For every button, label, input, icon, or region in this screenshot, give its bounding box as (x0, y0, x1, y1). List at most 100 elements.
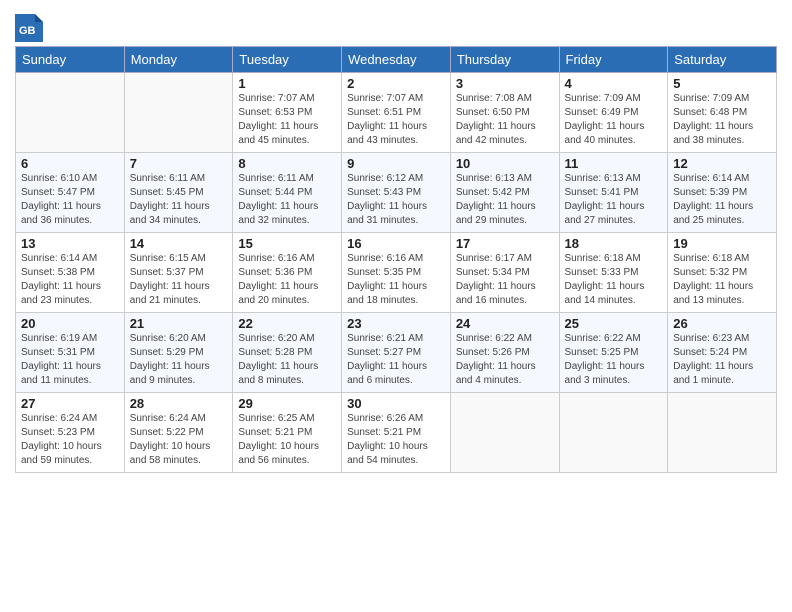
calendar-cell: 4Sunrise: 7:09 AM Sunset: 6:49 PM Daylig… (559, 73, 668, 153)
calendar-cell (559, 393, 668, 473)
calendar-cell: 10Sunrise: 6:13 AM Sunset: 5:42 PM Dayli… (450, 153, 559, 233)
calendar-cell: 16Sunrise: 6:16 AM Sunset: 5:35 PM Dayli… (342, 233, 451, 313)
day-detail: Sunrise: 6:14 AM Sunset: 5:38 PM Dayligh… (21, 252, 119, 308)
calendar: SundayMondayTuesdayWednesdayThursdayFrid… (15, 46, 777, 473)
day-number: 16 (347, 236, 445, 251)
day-number: 13 (21, 236, 119, 251)
calendar-cell: 21Sunrise: 6:20 AM Sunset: 5:29 PM Dayli… (124, 313, 233, 393)
calendar-week-row: 1Sunrise: 7:07 AM Sunset: 6:53 PM Daylig… (16, 73, 777, 153)
calendar-cell: 24Sunrise: 6:22 AM Sunset: 5:26 PM Dayli… (450, 313, 559, 393)
day-detail: Sunrise: 6:18 AM Sunset: 5:32 PM Dayligh… (673, 252, 771, 308)
day-header-thursday: Thursday (450, 47, 559, 73)
day-detail: Sunrise: 6:21 AM Sunset: 5:27 PM Dayligh… (347, 332, 445, 388)
day-detail: Sunrise: 6:17 AM Sunset: 5:34 PM Dayligh… (456, 252, 554, 308)
calendar-cell: 30Sunrise: 6:26 AM Sunset: 5:21 PM Dayli… (342, 393, 451, 473)
calendar-cell: 29Sunrise: 6:25 AM Sunset: 5:21 PM Dayli… (233, 393, 342, 473)
calendar-week-row: 13Sunrise: 6:14 AM Sunset: 5:38 PM Dayli… (16, 233, 777, 313)
day-detail: Sunrise: 6:24 AM Sunset: 5:23 PM Dayligh… (21, 412, 119, 468)
calendar-cell: 26Sunrise: 6:23 AM Sunset: 5:24 PM Dayli… (668, 313, 777, 393)
day-detail: Sunrise: 7:07 AM Sunset: 6:53 PM Dayligh… (238, 92, 336, 148)
day-detail: Sunrise: 6:23 AM Sunset: 5:24 PM Dayligh… (673, 332, 771, 388)
day-number: 28 (130, 396, 228, 411)
day-header-friday: Friday (559, 47, 668, 73)
day-number: 22 (238, 316, 336, 331)
day-number: 23 (347, 316, 445, 331)
day-number: 18 (565, 236, 663, 251)
calendar-cell: 7Sunrise: 6:11 AM Sunset: 5:45 PM Daylig… (124, 153, 233, 233)
day-number: 8 (238, 156, 336, 171)
day-number: 26 (673, 316, 771, 331)
day-number: 24 (456, 316, 554, 331)
day-number: 17 (456, 236, 554, 251)
calendar-cell: 3Sunrise: 7:08 AM Sunset: 6:50 PM Daylig… (450, 73, 559, 153)
calendar-cell: 18Sunrise: 6:18 AM Sunset: 5:33 PM Dayli… (559, 233, 668, 313)
day-number: 10 (456, 156, 554, 171)
day-header-monday: Monday (124, 47, 233, 73)
day-detail: Sunrise: 7:09 AM Sunset: 6:48 PM Dayligh… (673, 92, 771, 148)
day-number: 3 (456, 76, 554, 91)
calendar-cell: 13Sunrise: 6:14 AM Sunset: 5:38 PM Dayli… (16, 233, 125, 313)
day-header-wednesday: Wednesday (342, 47, 451, 73)
day-detail: Sunrise: 6:24 AM Sunset: 5:22 PM Dayligh… (130, 412, 228, 468)
day-detail: Sunrise: 6:11 AM Sunset: 5:45 PM Dayligh… (130, 172, 228, 228)
calendar-cell: 27Sunrise: 6:24 AM Sunset: 5:23 PM Dayli… (16, 393, 125, 473)
day-number: 6 (21, 156, 119, 171)
day-number: 21 (130, 316, 228, 331)
calendar-cell: 8Sunrise: 6:11 AM Sunset: 5:44 PM Daylig… (233, 153, 342, 233)
calendar-cell: 15Sunrise: 6:16 AM Sunset: 5:36 PM Dayli… (233, 233, 342, 313)
day-detail: Sunrise: 6:20 AM Sunset: 5:28 PM Dayligh… (238, 332, 336, 388)
calendar-cell (668, 393, 777, 473)
calendar-cell: 1Sunrise: 7:07 AM Sunset: 6:53 PM Daylig… (233, 73, 342, 153)
day-number: 14 (130, 236, 228, 251)
day-detail: Sunrise: 6:10 AM Sunset: 5:47 PM Dayligh… (21, 172, 119, 228)
day-detail: Sunrise: 6:20 AM Sunset: 5:29 PM Dayligh… (130, 332, 228, 388)
calendar-cell: 6Sunrise: 6:10 AM Sunset: 5:47 PM Daylig… (16, 153, 125, 233)
svg-text:GB: GB (19, 25, 36, 37)
calendar-cell: 23Sunrise: 6:21 AM Sunset: 5:27 PM Dayli… (342, 313, 451, 393)
day-detail: Sunrise: 6:12 AM Sunset: 5:43 PM Dayligh… (347, 172, 445, 228)
page: GB SundayMondayTuesdayWednesdayThursdayF… (0, 0, 792, 612)
day-detail: Sunrise: 6:25 AM Sunset: 5:21 PM Dayligh… (238, 412, 336, 468)
calendar-cell: 19Sunrise: 6:18 AM Sunset: 5:32 PM Dayli… (668, 233, 777, 313)
day-number: 11 (565, 156, 663, 171)
calendar-cell (16, 73, 125, 153)
day-detail: Sunrise: 6:19 AM Sunset: 5:31 PM Dayligh… (21, 332, 119, 388)
calendar-cell: 2Sunrise: 7:07 AM Sunset: 6:51 PM Daylig… (342, 73, 451, 153)
calendar-cell: 17Sunrise: 6:17 AM Sunset: 5:34 PM Dayli… (450, 233, 559, 313)
calendar-cell: 25Sunrise: 6:22 AM Sunset: 5:25 PM Dayli… (559, 313, 668, 393)
day-detail: Sunrise: 6:13 AM Sunset: 5:42 PM Dayligh… (456, 172, 554, 228)
day-number: 30 (347, 396, 445, 411)
calendar-week-row: 6Sunrise: 6:10 AM Sunset: 5:47 PM Daylig… (16, 153, 777, 233)
calendar-cell: 20Sunrise: 6:19 AM Sunset: 5:31 PM Dayli… (16, 313, 125, 393)
day-number: 19 (673, 236, 771, 251)
calendar-cell: 12Sunrise: 6:14 AM Sunset: 5:39 PM Dayli… (668, 153, 777, 233)
day-number: 29 (238, 396, 336, 411)
calendar-cell: 9Sunrise: 6:12 AM Sunset: 5:43 PM Daylig… (342, 153, 451, 233)
day-detail: Sunrise: 6:15 AM Sunset: 5:37 PM Dayligh… (130, 252, 228, 308)
day-number: 1 (238, 76, 336, 91)
day-detail: Sunrise: 6:14 AM Sunset: 5:39 PM Dayligh… (673, 172, 771, 228)
logo-icon: GB (15, 14, 43, 42)
day-detail: Sunrise: 6:22 AM Sunset: 5:25 PM Dayligh… (565, 332, 663, 388)
calendar-cell: 5Sunrise: 7:09 AM Sunset: 6:48 PM Daylig… (668, 73, 777, 153)
calendar-header-row: SundayMondayTuesdayWednesdayThursdayFrid… (16, 47, 777, 73)
calendar-cell: 28Sunrise: 6:24 AM Sunset: 5:22 PM Dayli… (124, 393, 233, 473)
header: GB (15, 10, 777, 42)
calendar-week-row: 20Sunrise: 6:19 AM Sunset: 5:31 PM Dayli… (16, 313, 777, 393)
day-detail: Sunrise: 7:09 AM Sunset: 6:49 PM Dayligh… (565, 92, 663, 148)
calendar-cell (124, 73, 233, 153)
day-header-tuesday: Tuesday (233, 47, 342, 73)
day-number: 20 (21, 316, 119, 331)
day-detail: Sunrise: 6:11 AM Sunset: 5:44 PM Dayligh… (238, 172, 336, 228)
calendar-week-row: 27Sunrise: 6:24 AM Sunset: 5:23 PM Dayli… (16, 393, 777, 473)
day-number: 9 (347, 156, 445, 171)
day-detail: Sunrise: 7:08 AM Sunset: 6:50 PM Dayligh… (456, 92, 554, 148)
day-number: 12 (673, 156, 771, 171)
day-detail: Sunrise: 7:07 AM Sunset: 6:51 PM Dayligh… (347, 92, 445, 148)
day-detail: Sunrise: 6:26 AM Sunset: 5:21 PM Dayligh… (347, 412, 445, 468)
day-number: 15 (238, 236, 336, 251)
day-header-saturday: Saturday (668, 47, 777, 73)
calendar-cell: 11Sunrise: 6:13 AM Sunset: 5:41 PM Dayli… (559, 153, 668, 233)
day-number: 7 (130, 156, 228, 171)
calendar-cell (450, 393, 559, 473)
